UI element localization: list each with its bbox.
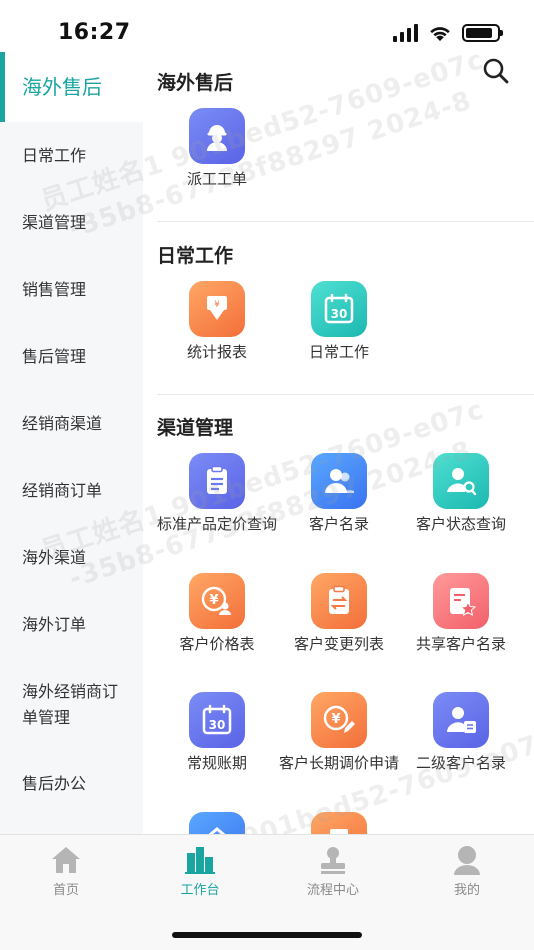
tile-label: 客户长期调价申请 <box>279 754 400 772</box>
svg-text:¥: ¥ <box>214 300 220 310</box>
section-title-channel-management: 渠道管理 <box>157 417 234 439</box>
tile-long-term-price-adjustment[interactable]: ¥ 客户长期调价申请 <box>279 692 399 773</box>
workbench-content: 海外售后 派工工单 日常工作 ¥ 统计报表 30 日常工作 渠道管理 标准产品定… <box>143 52 534 834</box>
sidebar-item-label: 日常工作 <box>22 145 87 165</box>
sidebar-item-daily-work[interactable]: 日常工作 <box>0 122 143 189</box>
contacts-icon <box>311 453 367 509</box>
tab-label: 流程中心 <box>306 883 359 898</box>
sidebar-item-label: 经销商渠道 <box>22 413 103 433</box>
calendar-30-icon: 30 <box>311 281 367 337</box>
tile-label: 常规账期 <box>186 754 247 772</box>
tile-label: 派工工单 <box>186 170 247 188</box>
tile-label: 二级客户名录 <box>415 754 506 772</box>
tile-regular-payment-term[interactable]: 30 常规账期 <box>157 692 277 773</box>
clipboard-icon <box>189 453 245 509</box>
svg-text:30: 30 <box>209 718 226 732</box>
sidebar-item-overseas-dealer-orders[interactable]: 海外经销商订单管理 <box>0 664 143 746</box>
tile-label: 客户价格表 <box>179 635 255 653</box>
sidebar-item-aftersales-management[interactable]: 售后管理 <box>0 323 143 390</box>
sidebar-item-overseas-aftersales[interactable]: 海外售后 <box>0 52 143 122</box>
tab-process-center[interactable]: 流程中心 <box>273 845 393 898</box>
section-divider <box>157 221 534 222</box>
status-bar: 16:27 <box>0 0 534 52</box>
cellular-signal-icon <box>393 24 418 42</box>
tab-mine[interactable]: 我的 <box>407 845 527 898</box>
sidebar-item-channel-management[interactable]: 渠道管理 <box>0 189 143 256</box>
sidebar-item-dealer-orders[interactable]: 经销商订单 <box>0 457 143 524</box>
tab-label: 首页 <box>52 883 79 898</box>
tile-daily-work[interactable]: 30 日常工作 <box>279 281 399 362</box>
sidebar-item-label: 海外经销商订单管理 <box>22 682 119 727</box>
sidebar-item-overseas-orders[interactable]: 海外订单 <box>0 591 143 658</box>
tab-label: 我的 <box>453 883 480 898</box>
user-search-icon <box>433 453 489 509</box>
svg-text:¥: ¥ <box>209 593 218 608</box>
sidebar-item-label: 销售管理 <box>22 279 87 299</box>
sidebar-item-label: 售后办公 <box>22 774 87 793</box>
workbench-icon <box>185 847 215 874</box>
tile-label: 客户名录 <box>308 515 369 533</box>
star-document-icon <box>433 573 489 629</box>
yen-edit-icon: ¥ <box>311 692 367 748</box>
tile-label: 标准产品定价查询 <box>157 515 278 533</box>
category-sidebar: 海外售后 日常工作 渠道管理 销售管理 售后管理 经销商渠道 经销商订单 海外渠… <box>0 52 143 834</box>
tab-workbench[interactable]: 工作台 <box>140 845 260 898</box>
tile-standard-pricing-query[interactable]: 标准产品定价查询 <box>157 453 277 534</box>
tile-label: 客户变更列表 <box>293 635 384 653</box>
sidebar-item-label: 售后管理 <box>22 346 87 366</box>
wifi-icon <box>430 27 450 41</box>
calendar-30-icon: 30 <box>189 692 245 748</box>
status-time: 16:27 <box>58 20 131 45</box>
tile-customer-directory[interactable]: 客户名录 <box>279 453 399 534</box>
worker-icon <box>189 108 245 164</box>
tile-label: 统计报表 <box>186 343 247 361</box>
sidebar-item-label: 渠道管理 <box>22 212 87 232</box>
sidebar-item-label: 海外订单 <box>22 614 87 634</box>
section-title-daily-work: 日常工作 <box>157 245 234 267</box>
svg-text:¥: ¥ <box>331 712 340 727</box>
sidebar-item-dealer-channel[interactable]: 经销商渠道 <box>0 390 143 457</box>
tile-shared-customer-directory[interactable]: 共享客户名录 <box>401 573 521 654</box>
tile-label: 日常工作 <box>308 343 369 361</box>
tile-customer-status-query[interactable]: 客户状态查询 <box>401 453 521 534</box>
sidebar-item-aftersales-office[interactable]: 售后办公 <box>0 750 143 818</box>
sidebar-item-label: 海外渠道 <box>22 547 87 567</box>
user-card-icon <box>433 692 489 748</box>
sidebar-item-sales-management[interactable]: 销售管理 <box>0 256 143 323</box>
tile-dispatch-work-order[interactable]: 派工工单 <box>157 108 277 189</box>
tile-customer-price-list[interactable]: ¥ 客户价格表 <box>157 573 277 654</box>
tile-label: 客户状态查询 <box>415 515 506 533</box>
tile-customer-change-list[interactable]: 客户变更列表 <box>279 573 399 654</box>
battery-icon <box>462 24 503 42</box>
tab-label: 工作台 <box>180 883 220 898</box>
status-icons <box>393 24 503 42</box>
search-icon[interactable] <box>481 56 511 86</box>
download-report-icon: ¥ <box>189 281 245 337</box>
home-indicator <box>172 932 362 938</box>
sidebar-item-label: 经销商订单 <box>22 480 103 500</box>
section-title-overseas-aftersales: 海外售后 <box>157 72 234 94</box>
stamp-icon <box>321 847 345 874</box>
home-icon <box>52 847 80 873</box>
profile-icon <box>454 846 480 875</box>
tile-label: 共享客户名录 <box>415 635 506 653</box>
sidebar-item-label: 海外售后 <box>22 75 102 99</box>
home-folder-icon[interactable] <box>189 812 245 834</box>
yen-user-icon: ¥ <box>189 573 245 629</box>
tile-statistics-report[interactable]: ¥ 统计报表 <box>157 281 277 362</box>
svg-text:30: 30 <box>331 307 348 321</box>
tab-home[interactable]: 首页 <box>6 845 126 898</box>
sidebar-item-overseas-channel[interactable]: 海外渠道 <box>0 524 143 591</box>
tile-secondary-customer-directory[interactable]: 二级客户名录 <box>401 692 521 773</box>
yen-document-icon[interactable] <box>311 812 367 834</box>
section-divider <box>157 394 534 395</box>
transfer-clipboard-icon <box>311 573 367 629</box>
